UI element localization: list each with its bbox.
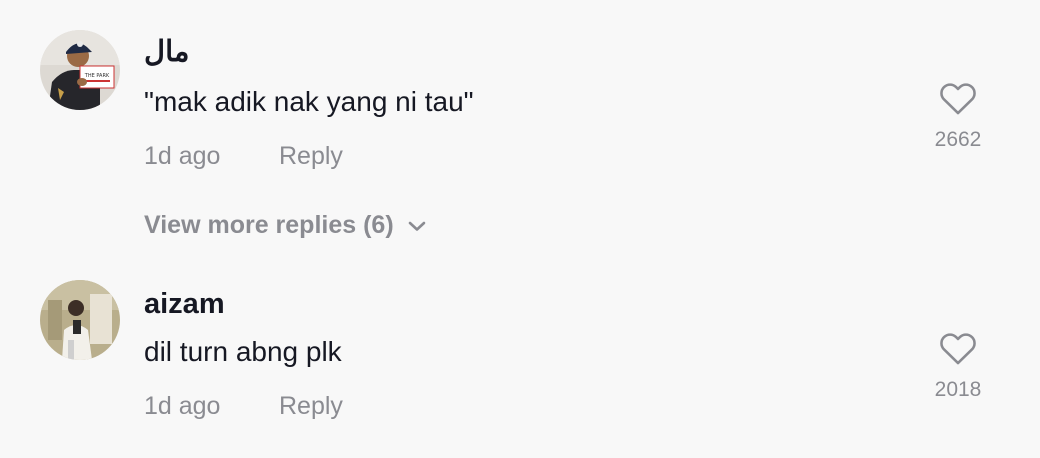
comment-timestamp: 1d ago bbox=[144, 142, 221, 170]
like-count: 2662 bbox=[934, 128, 982, 151]
view-more-replies-button[interactable]: View more replies (6) bbox=[144, 211, 426, 240]
avatar[interactable]: THE PARK bbox=[40, 30, 120, 110]
comment-username[interactable]: aizam bbox=[144, 288, 225, 321]
comment-item: aizam dil turn abng plk 1d ago Reply 201… bbox=[0, 260, 1040, 458]
reply-button[interactable]: Reply bbox=[279, 142, 343, 171]
like-button[interactable]: 2018 bbox=[918, 330, 998, 402]
like-button[interactable]: 2662 bbox=[918, 80, 998, 152]
svg-text:THE PARK: THE PARK bbox=[84, 73, 110, 79]
view-more-replies-label: View more replies (6) bbox=[144, 211, 394, 239]
comment-item: THE PARK مال "mak adik nak yang ni tau" … bbox=[0, 0, 1040, 200]
comment-meta: 1d ago Reply bbox=[144, 142, 343, 171]
avatar[interactable] bbox=[40, 280, 120, 360]
comment-text: "mak adik nak yang ni tau" bbox=[144, 86, 474, 117]
comment-text: dil turn abng plk bbox=[144, 336, 342, 367]
reply-button[interactable]: Reply bbox=[279, 392, 343, 421]
like-count: 2018 bbox=[934, 378, 982, 401]
comment-timestamp: 1d ago bbox=[144, 392, 221, 420]
avatar-image bbox=[40, 280, 120, 360]
heart-outline-icon bbox=[940, 83, 976, 115]
comment-meta: 1d ago Reply bbox=[144, 392, 343, 421]
heart-outline-icon bbox=[940, 333, 976, 365]
comment-username[interactable]: مال bbox=[144, 34, 189, 69]
chevron-down-icon bbox=[408, 221, 425, 231]
avatar-image: THE PARK bbox=[40, 30, 120, 110]
